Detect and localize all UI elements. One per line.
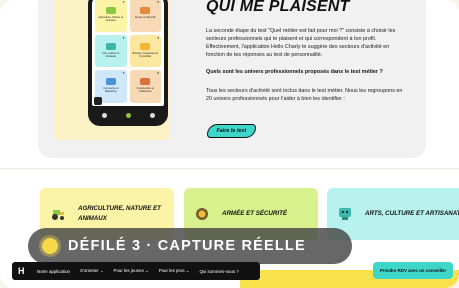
bank-icon — [140, 42, 151, 50]
status-dot-icon — [42, 238, 58, 254]
user-icon — [149, 112, 155, 118]
intro-paragraph: La seconde étape du test "Quel métier es… — [206, 28, 396, 58]
top-section: ♥ Agriculture, Nature et Animaux ♥ Armée e… — [0, 0, 459, 168]
heart-icon: ♥ — [157, 0, 159, 4]
heart-icon: ♥ — [122, 71, 125, 76]
phone-tile: ♥ Armée et Sécurité — [129, 0, 161, 32]
tile-label: Construction et Urbanisme — [136, 87, 154, 94]
cart-icon — [105, 78, 116, 86]
tile-label: Banque, Assurance et Immobilier — [132, 51, 158, 58]
phone-tile: ♥ Banque, Assurance et Immobilier — [129, 34, 161, 68]
theater-icon — [105, 42, 116, 50]
section-question: Quels sont les univers professionnels pr… — [206, 69, 383, 75]
phone-tab-bar — [92, 108, 164, 122]
capture-overlay-badge: DÉFILÉ 3 · CAPTURE RÉELLE — [28, 228, 352, 264]
phone-tile: ♥ Arts, Culture et Artisanat — [95, 34, 127, 68]
universes-paragraph: Tous les secteurs d'activité sont inclus… — [206, 88, 403, 102]
take-test-button[interactable]: Faire le test — [207, 124, 256, 138]
heart-icon: ♥ — [122, 0, 125, 4]
phone-tile: ♥ Agriculture, Nature et Animaux — [95, 0, 127, 32]
phone-mockup: ♥ Agriculture, Nature et Animaux ♥ Armée e… — [88, 0, 168, 126]
logo-icon[interactable]: H — [18, 266, 27, 276]
tile-label: Commerce et Marketing — [102, 87, 119, 94]
book-appointment-button[interactable]: Prendre RDV avec un conseiller — [373, 262, 453, 279]
category-label: ARMÉE ET SÉCURITÉ — [222, 210, 287, 217]
heart-icon: ♥ — [157, 35, 159, 40]
nav-item-orienter[interactable]: S'orienter ⌄ — [80, 268, 104, 274]
tile-label: Agriculture, Nature et Animaux — [98, 16, 123, 22]
category-label: AGRICULTURE, NATURE ET ANIMAUX — [78, 205, 161, 222]
compass-icon — [125, 112, 131, 118]
nav-item-jeunes[interactable]: Pour les jeunes ⌄ — [114, 268, 149, 274]
nav-item-application[interactable]: Notre application — [37, 269, 70, 274]
category-card-arts[interactable]: ARTS, CULTURE ET ARTISANAT — [327, 188, 459, 240]
heart-icon: ♥ — [157, 71, 159, 76]
category-label: ARTS, CULTURE ET ARTISANAT — [365, 210, 459, 217]
home-icon — [101, 112, 107, 118]
phone-screen: ♥ Agriculture, Nature et Animaux ♥ Armée e… — [92, 0, 164, 106]
phone-home-icon — [94, 97, 102, 105]
medal-icon — [194, 207, 210, 221]
crane-icon — [140, 78, 151, 86]
tractor-icon — [50, 207, 66, 221]
section-title: QUI ME PLAISENT — [206, 0, 350, 15]
tractor-icon — [105, 7, 116, 14]
page-frame: ♥ Agriculture, Nature et Animaux ♥ Armée e… — [0, 0, 459, 288]
divider — [0, 168, 459, 169]
overlay-text: DÉFILÉ 3 · CAPTURE RÉELLE — [68, 238, 306, 254]
bottom-navbar: H Notre application S'orienter ⌄ Pour le… — [12, 262, 260, 280]
tile-label: Arts, Culture et Artisanat — [102, 51, 120, 58]
nav-item-pros[interactable]: Pour les pros ⌄ — [159, 268, 190, 274]
nav-item-about[interactable]: Qui sommes-nous ? — [199, 269, 238, 274]
theater-icon — [337, 207, 353, 221]
phone-tile: ♥ Construction et Urbanisme — [129, 70, 161, 103]
tile-label: Armée et Sécurité — [134, 16, 156, 19]
medal-icon — [140, 7, 151, 14]
heart-icon: ♥ — [122, 35, 125, 40]
